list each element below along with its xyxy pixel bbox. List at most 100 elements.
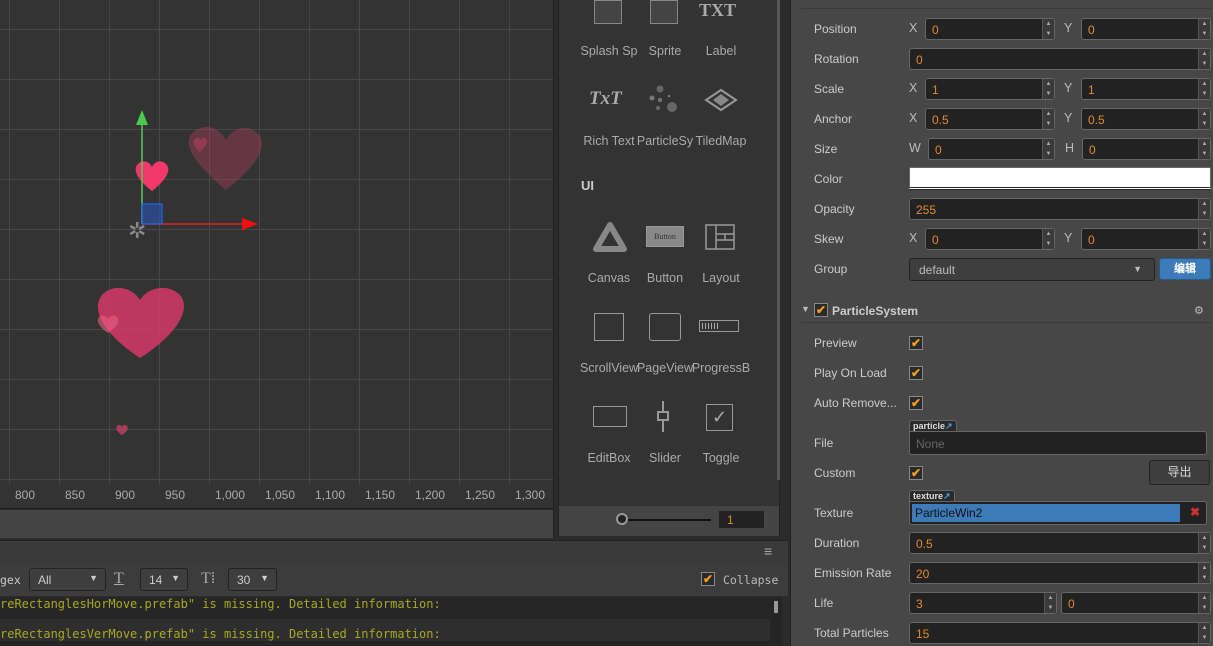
custom-checkbox[interactable]: ✔ (909, 466, 923, 480)
position-label: Position (814, 22, 857, 36)
position-y-input[interactable]: 0 ▲ ▼ (1081, 18, 1211, 40)
stepper-icon[interactable]: ▲ ▼ (1044, 593, 1056, 613)
widget-progress-bar[interactable]: ProgressB (691, 361, 751, 375)
axis-h-label: H (1065, 141, 1075, 155)
clear-icon[interactable]: ✖ (1190, 505, 1200, 519)
stepper-icon[interactable]: ▲ ▼ (1198, 49, 1210, 69)
color-swatch[interactable] (909, 167, 1211, 190)
button-icon[interactable]: Button (646, 226, 684, 247)
position-x-input[interactable]: 0 ▲ ▼ (925, 18, 1055, 40)
gear-icon[interactable]: ⚙ (1194, 304, 1204, 317)
widget-toggle[interactable]: Toggle (691, 451, 751, 465)
log-line[interactable]: reRectanglesVerMove.prefab" is missing. … (0, 619, 770, 641)
progress-bar-icon[interactable] (699, 320, 739, 332)
scale-y-input[interactable]: 1 ▲ ▼ (1081, 78, 1211, 100)
collapse-checkbox[interactable]: ✔ (701, 572, 715, 586)
widget-layout[interactable]: Layout (691, 271, 751, 285)
widget-canvas[interactable]: Canvas (579, 271, 639, 285)
group-select[interactable]: default ▼ (909, 258, 1155, 281)
stepper-icon[interactable]: ▲ ▼ (1042, 19, 1054, 39)
anchor-y-input[interactable]: 0.5 ▲ ▼ (1081, 108, 1211, 130)
canvas-icon[interactable] (593, 222, 627, 252)
scene-view[interactable]: ✲ 800 850 900 950 1,000 1,050 1,100 1,150 1,200 1… (0, 0, 554, 509)
stepper-icon[interactable]: ▲ ▼ (1198, 79, 1210, 99)
widget-scroll-view[interactable]: ScrollView (579, 361, 639, 375)
widget-particle-system[interactable]: ParticleSy (635, 134, 695, 148)
opacity-input[interactable]: 255 ▲ ▼ (909, 198, 1211, 220)
zoom-slider-handle[interactable] (616, 513, 628, 525)
life-variance-input[interactable]: 0 ▲ ▼ (1061, 592, 1211, 614)
edit-group-button[interactable]: 编辑 (1159, 258, 1211, 280)
emission-rate-input[interactable]: 20 ▲ ▼ (909, 562, 1211, 584)
stepper-icon[interactable]: ▲ ▼ (1042, 139, 1054, 159)
opacity-label: Opacity (814, 202, 855, 216)
file-asset-field[interactable]: None (909, 431, 1207, 455)
console-scrollbar[interactable] (774, 601, 778, 613)
line-height-select[interactable]: 30 ▼ (228, 568, 277, 591)
zoom-bar: 1 (559, 506, 779, 536)
export-button[interactable]: 导出 (1149, 460, 1210, 485)
rich-text-icon[interactable]: TxT (589, 88, 622, 110)
widget-splash-sprite[interactable]: Splash Sp (579, 44, 639, 58)
font-size-select[interactable]: 14 ▼ (140, 568, 188, 591)
skew-x-input[interactable]: 0 ▲ ▼ (925, 228, 1055, 250)
zoom-slider-track[interactable] (621, 519, 711, 521)
preview-checkbox[interactable]: ✔ (909, 336, 923, 350)
external-link-icon[interactable]: ↗ (943, 491, 951, 501)
rotation-input[interactable]: 0 ▲ ▼ (909, 48, 1211, 70)
font-size-value: 14 (149, 573, 163, 587)
widget-rich-text[interactable]: Rich Text (579, 134, 639, 148)
stepper-icon[interactable]: ▲ ▼ (1198, 593, 1210, 613)
skew-y-input[interactable]: 0 ▲ ▼ (1081, 228, 1211, 250)
texture-asset-field[interactable]: ParticleWin2 ✖ (909, 501, 1207, 525)
widget-tiled-map[interactable]: TiledMap (691, 134, 751, 148)
edit-box-icon[interactable] (593, 406, 627, 427)
widget-page-view[interactable]: PageView (635, 361, 695, 375)
widget-slider[interactable]: Slider (635, 451, 695, 465)
stepper-icon[interactable]: ▲ ▼ (1042, 109, 1054, 129)
layout-icon[interactable] (705, 224, 735, 250)
stepper-icon[interactable]: ▲ ▼ (1042, 229, 1054, 249)
widget-button[interactable]: Button (635, 271, 695, 285)
particle-system-icon[interactable] (649, 85, 681, 115)
external-link-icon[interactable]: ↗ (945, 421, 953, 431)
stepper-icon[interactable]: ▲ ▼ (1198, 139, 1210, 159)
widget-sprite[interactable]: Sprite (635, 44, 695, 58)
stepper-icon[interactable]: ▲ ▼ (1198, 199, 1210, 219)
stepper-icon[interactable]: ▲ ▼ (1198, 533, 1210, 553)
widget-label[interactable]: Label (691, 44, 751, 58)
label-icon[interactable]: TXT (699, 0, 736, 21)
play-on-load-checkbox[interactable]: ✔ (909, 366, 923, 380)
page-view-icon[interactable] (649, 313, 681, 341)
stepper-icon[interactable]: ▲ ▼ (1198, 109, 1210, 129)
zoom-value-input[interactable]: 1 (719, 511, 764, 528)
scrollbar[interactable] (777, 0, 780, 480)
collapse-arrow-icon[interactable]: ▼ (801, 304, 810, 314)
menu-icon[interactable]: ≡ (764, 543, 772, 559)
slider-icon[interactable] (655, 401, 671, 432)
size-w-input[interactable]: 0 ▲ ▼ (928, 138, 1055, 160)
stepper-icon[interactable]: ▲ ▼ (1198, 563, 1210, 583)
scale-x-input[interactable]: 1 ▲ ▼ (925, 78, 1055, 100)
size-h-input[interactable]: 0 ▲ ▼ (1082, 138, 1211, 160)
log-line[interactable]: reRectanglesHorMove.prefab" is missing. … (0, 597, 770, 619)
auto-remove-checkbox[interactable]: ✔ (909, 396, 923, 410)
tiled-map-icon[interactable] (703, 88, 739, 112)
widget-edit-box[interactable]: EditBox (579, 451, 639, 465)
log-level-select[interactable]: All ▼ (29, 568, 106, 591)
duration-input[interactable]: 0.5 ▲ ▼ (909, 532, 1211, 554)
stepper-icon[interactable]: ▲ ▼ (1198, 19, 1210, 39)
stepper-icon[interactable]: ▲ ▼ (1042, 79, 1054, 99)
particle-system-enabled-checkbox[interactable]: ✔ (814, 303, 828, 317)
stepper-icon[interactable]: ▲ ▼ (1198, 623, 1210, 643)
total-particles-input[interactable]: 15 ▲ ▼ (909, 622, 1211, 644)
splash-sprite-icon[interactable] (594, 0, 622, 24)
stepper-icon[interactable]: ▲ ▼ (1198, 229, 1210, 249)
scroll-view-icon[interactable] (594, 313, 624, 341)
sprite-icon[interactable] (650, 0, 678, 24)
anchor-x-input[interactable]: 0.5 ▲ ▼ (925, 108, 1055, 130)
ruler-tick-label: 800 (15, 488, 36, 502)
node-library-panel: TXT Splash Sp Sprite Label TxT Rich Text… (558, 0, 780, 536)
life-input[interactable]: 3 ▲ ▼ (909, 592, 1057, 614)
toggle-icon[interactable]: ✓ (706, 404, 733, 431)
